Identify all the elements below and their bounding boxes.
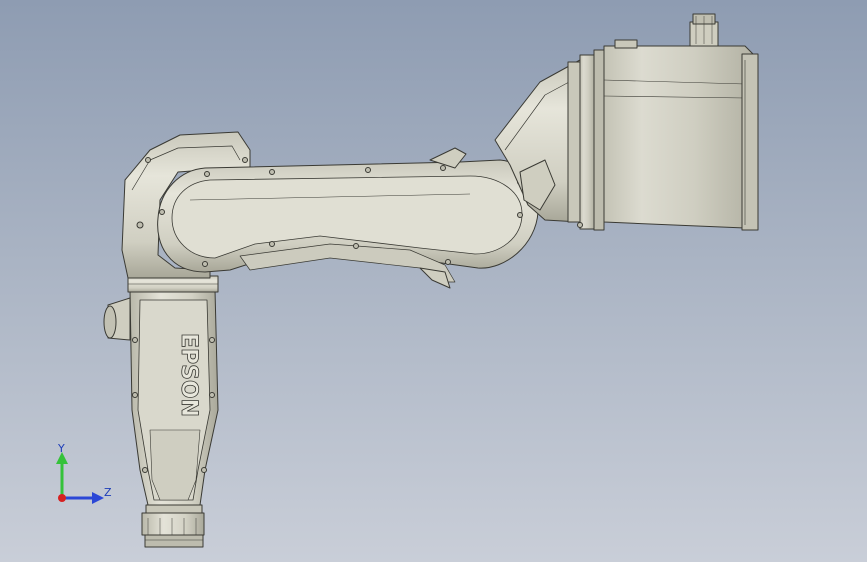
upper-arm-link: [157, 147, 539, 289]
wrist-motor: [603, 13, 759, 231]
y-axis-label: Y: [57, 442, 65, 455]
robot-arm-model[interactable]: EPSON: [0, 0, 867, 562]
cad-3d-viewport[interactable]: EPSON Y Z: [0, 0, 867, 562]
axis-triad: Y Z: [56, 442, 112, 504]
z-axis-label: Z: [104, 486, 112, 499]
x-axis-dot: [58, 494, 66, 502]
epson-brand-text: EPSON: [176, 333, 201, 417]
